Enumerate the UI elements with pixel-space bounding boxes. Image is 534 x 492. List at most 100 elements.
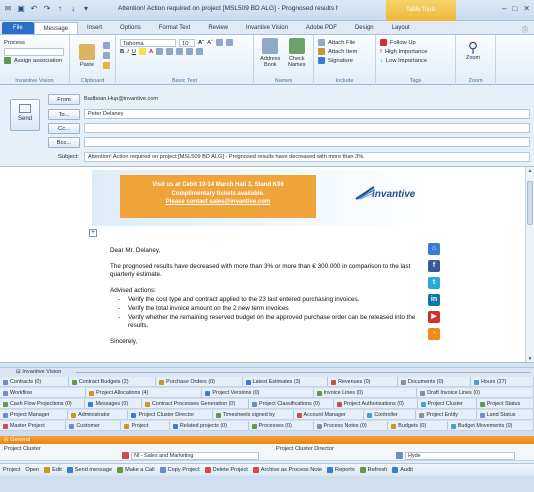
bcc-field[interactable]: [84, 137, 530, 147]
table-move-handle-icon[interactable]: +: [89, 229, 97, 237]
vision-link-project-cluster-director[interactable]: Project Cluster Director: [128, 410, 213, 419]
vision-link-purchase-orders-0[interactable]: Purchase Orders (0): [156, 377, 243, 386]
cc-button[interactable]: Cc...: [48, 123, 80, 134]
align-right-icon[interactable]: [176, 48, 184, 55]
vision-link-contracts-0[interactable]: Contracts (0): [0, 377, 69, 386]
vision-link-project-classifications-0[interactable]: Project Classifications (0): [249, 399, 334, 408]
tab-message[interactable]: Message: [33, 22, 79, 34]
vision-link-project-entity[interactable]: Project Entity: [416, 410, 477, 419]
collapse-icon[interactable]: ⊟: [16, 369, 21, 375]
rss-icon[interactable]: ◔: [428, 328, 440, 340]
font-size-field[interactable]: 10: [179, 38, 195, 47]
follow-up-button[interactable]: Follow Up: [390, 40, 416, 46]
qat-customize-icon[interactable]: ▾: [81, 4, 91, 14]
project-cluster-director-field[interactable]: Hyde: [405, 452, 515, 460]
action-delete-project[interactable]: Delete Project: [204, 467, 248, 473]
vision-link-workflow[interactable]: Workflow: [0, 388, 87, 397]
tab-review[interactable]: Review: [199, 22, 237, 34]
tab-options[interactable]: Options: [111, 22, 150, 34]
cut-icon[interactable]: [103, 42, 110, 49]
bullets-icon[interactable]: [215, 39, 223, 46]
vision-link-customer[interactable]: Customer: [66, 421, 122, 430]
align-left-icon[interactable]: [156, 48, 164, 55]
undo-icon[interactable]: ↶: [29, 4, 39, 14]
highlight-icon[interactable]: [139, 48, 146, 55]
general-section-header[interactable]: ⊟ General: [0, 436, 534, 444]
high-importance-button[interactable]: High Importance: [385, 49, 428, 55]
banner-contact-link[interactable]: Please contact sales@invantive.com: [120, 198, 316, 207]
action-refresh[interactable]: Refresh: [359, 467, 387, 473]
italic-icon[interactable]: I: [127, 49, 129, 55]
vision-link-contract-budgets-2[interactable]: Contract Budgets (2): [69, 377, 157, 386]
attach-file-button[interactable]: Attach File: [328, 40, 355, 46]
decrease-indent-icon[interactable]: [186, 48, 194, 55]
vision-link-draft-invoice-lines-0[interactable]: Draft Invoice Lines (0): [417, 388, 534, 397]
action-copy-project[interactable]: Copy Project: [159, 467, 200, 473]
vision-link-account-manager[interactable]: Account Manager: [294, 410, 365, 419]
vision-panel-header[interactable]: ⊟ Invantive Vision: [0, 368, 534, 377]
action-make-a-call[interactable]: Make a Call: [117, 467, 155, 473]
scroll-up-icon[interactable]: ▲: [526, 167, 534, 175]
low-importance-button[interactable]: Low Importance: [386, 58, 427, 64]
message-body[interactable]: Visit us at Cebit 10-14 March Hall 3, St…: [0, 167, 534, 363]
vision-link-process-notes-0[interactable]: Process Notes (0): [314, 421, 389, 430]
vision-link-land-status[interactable]: Land Status: [477, 410, 534, 419]
vision-link-documents-0[interactable]: Documents (0): [398, 377, 471, 386]
redo-icon[interactable]: ↷: [42, 4, 52, 14]
vision-link-budget-movements-0[interactable]: Budget Movements (0): [448, 421, 534, 430]
send-button[interactable]: Send: [10, 99, 40, 131]
vision-link-controller[interactable]: Controller: [364, 410, 417, 419]
vision-link-cash-flow-projections-0[interactable]: Cash Flow Projections (0): [0, 399, 86, 408]
vision-link-project-authorizations-0[interactable]: Project Authorizations (0): [334, 399, 418, 408]
vision-link-project-status[interactable]: Project Status: [477, 399, 534, 408]
underline-icon[interactable]: U: [132, 49, 136, 55]
vision-link-administrator[interactable]: Administrator: [68, 410, 129, 419]
vision-link-revenues-0[interactable]: Revenues (0): [328, 377, 399, 386]
to-button[interactable]: To...: [48, 109, 80, 120]
up-arrow-icon[interactable]: ↑: [55, 4, 65, 14]
vision-link-processes-0[interactable]: Processes (0): [249, 421, 314, 430]
vision-link-invoice-lines-0[interactable]: Invoice Lines (0): [314, 388, 418, 397]
vision-link-project[interactable]: Project: [121, 421, 170, 430]
font-name-field[interactable]: Tahoma: [120, 38, 176, 47]
to-field[interactable]: Peter Delaney: [84, 109, 530, 119]
vision-link-project-allocations-4[interactable]: Project Allocations (4): [86, 388, 203, 397]
facebook-icon[interactable]: f: [428, 260, 440, 272]
action-reports[interactable]: Reports: [327, 467, 355, 473]
assign-association-button[interactable]: Assign association: [14, 58, 62, 64]
subject-field[interactable]: Attention! Action required on project [M…: [84, 152, 530, 162]
minimize-button[interactable]: –: [502, 4, 506, 13]
action-open[interactable]: Open: [25, 467, 39, 473]
action-edit[interactable]: Edit: [44, 467, 62, 473]
signature-button[interactable]: Signature: [328, 58, 353, 64]
tab-format-text[interactable]: Format Text: [150, 22, 200, 34]
vision-link-project-manager[interactable]: Project Manager: [0, 410, 69, 419]
cc-field[interactable]: [84, 123, 530, 133]
down-arrow-icon[interactable]: ↓: [68, 4, 78, 14]
process-dropdown[interactable]: [4, 47, 64, 56]
increase-indent-icon[interactable]: [196, 48, 204, 55]
vision-link-latest-estimates-3[interactable]: Latest Estimates (3): [243, 377, 329, 386]
paste-button[interactable]: Paste: [74, 38, 100, 69]
cebit-banner[interactable]: Visit us at Cebit 10-14 March Hall 3, St…: [92, 170, 432, 226]
tab-file[interactable]: File: [2, 22, 34, 34]
format-painter-icon[interactable]: [103, 62, 110, 69]
tab-adobe-pdf[interactable]: Adobe PDF: [297, 22, 346, 34]
font-color-icon[interactable]: A: [149, 49, 153, 55]
zoom-button[interactable]: ⚲ Zoom: [460, 38, 486, 61]
outlook-app-icon[interactable]: ✉: [3, 4, 13, 14]
youtube-icon[interactable]: ▶: [428, 311, 440, 323]
bcc-button[interactable]: Bcc...: [48, 137, 80, 148]
align-center-icon[interactable]: [166, 48, 174, 55]
vision-link-contract-processes-generation-0[interactable]: Contract Processes Generation (0): [142, 399, 249, 408]
vision-link-timesheets-signed-by[interactable]: Timesheets signed by: [213, 410, 294, 419]
grow-font-icon[interactable]: Aˆ: [198, 40, 204, 46]
maximize-button[interactable]: □: [512, 4, 517, 13]
vision-link-related-projects-0[interactable]: Related projects (0): [170, 421, 249, 430]
tab-design[interactable]: Design: [346, 22, 383, 34]
save-icon[interactable]: ▣: [16, 4, 26, 14]
shrink-font-icon[interactable]: Aˇ: [207, 40, 213, 46]
bold-icon[interactable]: B: [120, 49, 124, 55]
close-button[interactable]: ✕: [523, 4, 530, 13]
tab-layout[interactable]: Layout: [383, 22, 419, 34]
